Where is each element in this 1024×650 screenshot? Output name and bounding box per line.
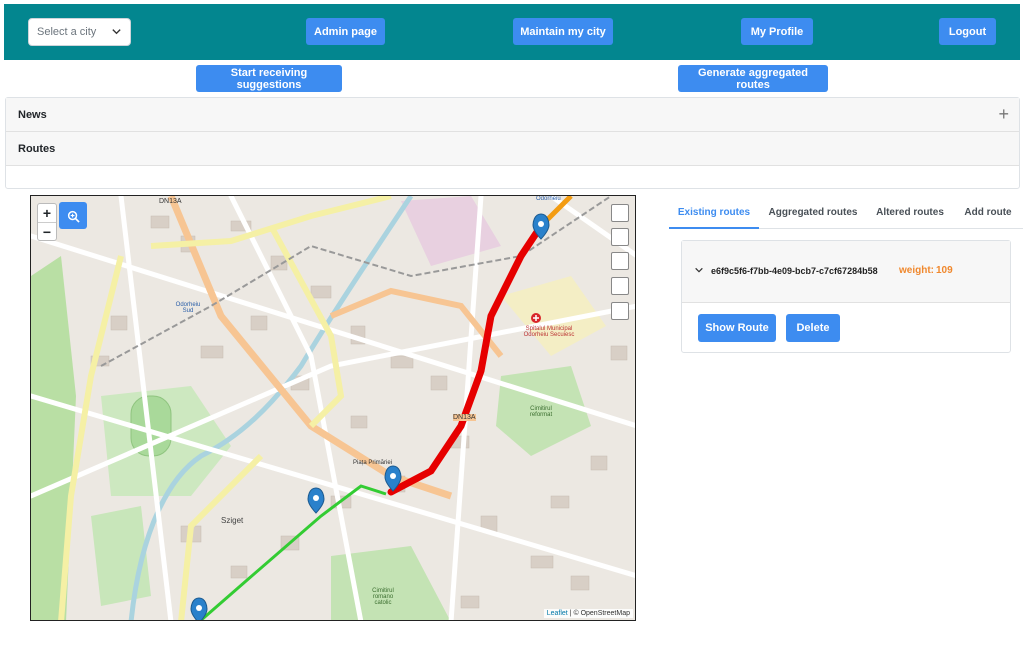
chevron-down-icon <box>695 267 703 273</box>
show-route-button[interactable]: Show Route <box>698 314 776 342</box>
map-layer-checkbox-1[interactable] <box>611 204 629 222</box>
route-weight-value: 109 <box>936 265 953 276</box>
logout-button[interactable]: Logout <box>939 18 996 45</box>
delete-route-button[interactable]: Delete <box>786 314 840 342</box>
accordion-routes-label: Routes <box>18 143 56 155</box>
routes-tabs: Existing routes Aggregated routes Altere… <box>669 197 1023 229</box>
accordion-news-header[interactable]: News + <box>6 98 1019 132</box>
admin-page-button[interactable]: Admin page <box>306 18 385 45</box>
tab-aggregated-routes[interactable]: Aggregated routes <box>763 197 863 229</box>
zoom-control: + − <box>37 203 57 241</box>
zoom-out-button[interactable]: − <box>38 222 56 240</box>
route-id: e6f9c5f6-f7bb-4e09-bcb7-c7cf67284b58 <box>711 266 878 276</box>
map-layer-checkbox-3[interactable] <box>611 252 629 270</box>
start-suggestions-button[interactable]: Start receiving suggestions <box>196 65 342 92</box>
osm-attribution: | © OpenStreetMap <box>569 610 630 617</box>
route-weight-label: weight: <box>899 265 934 276</box>
tab-existing-routes[interactable]: Existing routes <box>669 197 759 229</box>
map-attribution: Leaflet | © OpenStreetMap <box>543 609 633 618</box>
map-label-cimitir-catolic: Cimitirul romano catolic <box>372 588 394 606</box>
zoom-in-button[interactable]: + <box>38 204 56 222</box>
map-label-odorheiu-sud: Odorheiu Sud <box>175 302 201 314</box>
my-profile-button[interactable]: My Profile <box>741 18 813 45</box>
map-label-sziget: Sziget <box>221 516 244 525</box>
map-label-dn13a-2: DN13A <box>453 414 476 421</box>
generate-aggregated-routes-button[interactable]: Generate aggregated routes <box>678 65 828 92</box>
zoom-search-icon[interactable] <box>59 202 87 229</box>
route-card-header[interactable]: e6f9c5f6-f7bb-4e09-bcb7-c7cf67284b58 wei… <box>682 241 1010 303</box>
maintain-city-button[interactable]: Maintain my city <box>513 18 613 45</box>
map-label-cimitir-reformat: Cimitirul reformat <box>529 406 553 418</box>
map-label-spital: Spitalul Municipal Odorheiu Secuiesc <box>523 326 575 338</box>
map-label-odorheiu: Odorheiu <box>536 196 561 202</box>
accordion-routes-header[interactable]: Routes <box>6 132 1019 166</box>
leaflet-link[interactable]: Leaflet <box>547 610 568 617</box>
route-map[interactable]: DN13A DN13A Odorheiu Sud Odorheiu Sziget… <box>30 195 636 621</box>
plus-icon[interactable]: + <box>998 104 1009 125</box>
accordion-news-label: News <box>18 109 47 121</box>
map-layer-checkbox-2[interactable] <box>611 228 629 246</box>
tab-add-route[interactable]: Add route <box>959 197 1017 229</box>
city-select[interactable]: Select a city <box>28 18 131 46</box>
map-layer-checkbox-5[interactable] <box>611 302 629 320</box>
top-navbar: Select a city Admin page Maintain my cit… <box>4 4 1020 60</box>
tab-altered-routes[interactable]: Altered routes <box>871 197 949 229</box>
route-card: e6f9c5f6-f7bb-4e09-bcb7-c7cf67284b58 wei… <box>681 240 1011 353</box>
chevron-down-icon <box>112 29 121 35</box>
map-label-dn13a: DN13A <box>159 198 182 205</box>
map-label-piata: Piața Primăriei <box>353 460 393 466</box>
route-weight: weight: 109 <box>897 265 953 276</box>
accordion: News + Routes <box>5 97 1020 189</box>
city-select-placeholder: Select a city <box>37 26 97 38</box>
map-layer-checkbox-4[interactable] <box>611 277 629 295</box>
